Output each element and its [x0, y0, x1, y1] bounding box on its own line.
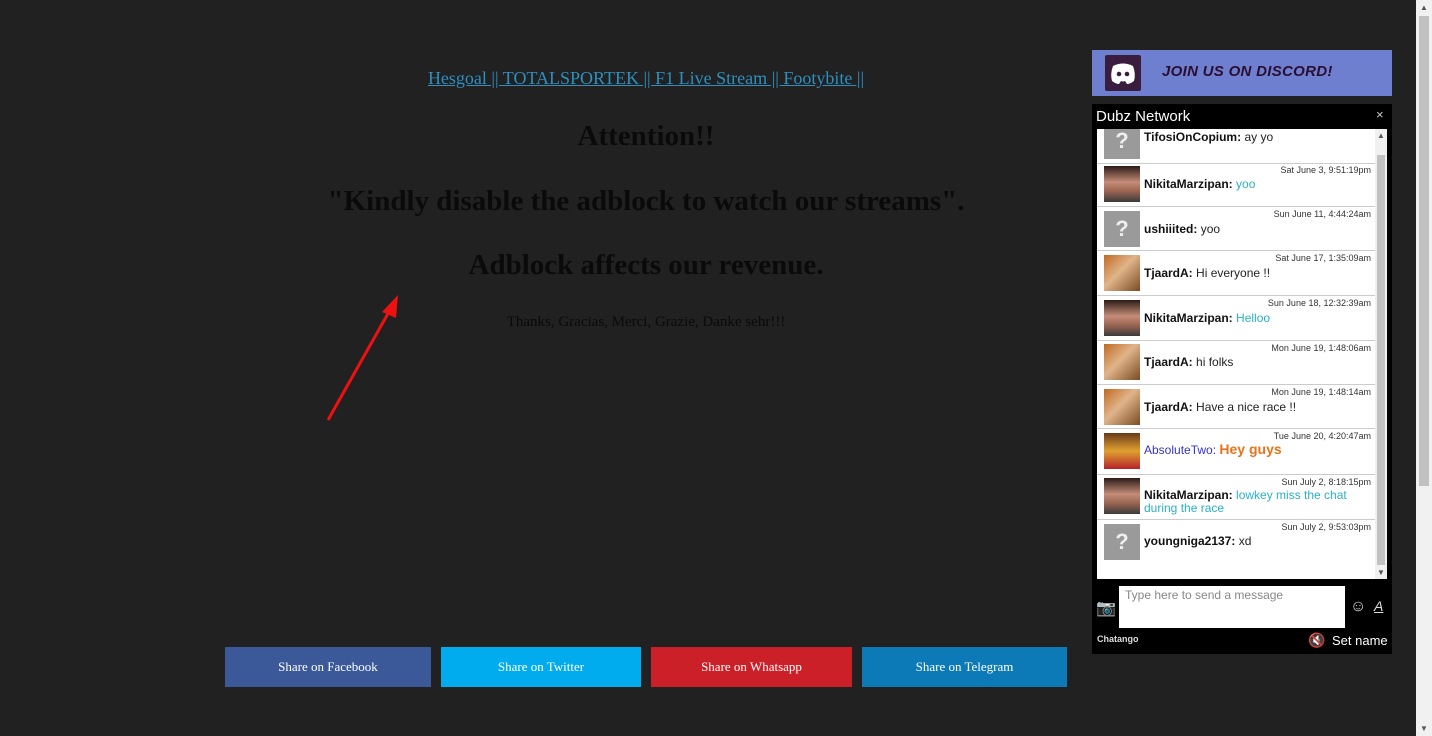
- avatar: [1104, 478, 1140, 514]
- page-scroll-thumb[interactable]: [1419, 16, 1429, 486]
- avatar: [1104, 300, 1140, 336]
- text-format-icon[interactable]: A: [1374, 598, 1383, 614]
- revenue-heading: Adblock affects our revenue.: [468, 249, 824, 281]
- share-facebook-button[interactable]: Share on Facebook: [225, 647, 431, 687]
- chat-widget: Dubz Network × ? TifosiOnCopium: ay yo S…: [1092, 104, 1392, 654]
- chat-message: Mon June 19, 1:48:14am TjaardA: Have a n…: [1097, 385, 1375, 429]
- page-scrollbar[interactable]: ▲ ▼: [1416, 0, 1432, 736]
- chat-timestamp: Tue June 20, 4:20:47am: [1273, 431, 1371, 441]
- chat-timestamp: Sat June 17, 1:35:09am: [1275, 253, 1371, 263]
- chat-message-text: Hey guys: [1219, 441, 1282, 457]
- chat-close-icon[interactable]: ×: [1376, 107, 1384, 122]
- discord-banner[interactable]: JOIN US ON DISCORD!: [1092, 50, 1392, 96]
- chat-message: Mon June 19, 1:48:06am TjaardA: hi folks: [1097, 341, 1375, 385]
- chat-message: ? TifosiOnCopium: ay yo: [1097, 129, 1375, 164]
- chat-username[interactable]: NikitaMarzipan:: [1144, 311, 1233, 325]
- share-whatsapp-button[interactable]: Share on Whatsapp: [651, 647, 852, 687]
- chat-message-text: hi folks: [1196, 355, 1234, 369]
- chat-username[interactable]: NikitaMarzipan:: [1144, 177, 1233, 191]
- chat-message-text: ay yo: [1244, 130, 1274, 144]
- chat-username[interactable]: AbsoluteTwo:: [1144, 443, 1216, 457]
- avatar: [1104, 255, 1140, 291]
- chat-timestamp: Sun July 2, 8:18:15pm: [1281, 477, 1371, 487]
- chat-scroll-thumb[interactable]: [1377, 155, 1385, 565]
- chat-message-text: Helloo: [1236, 311, 1271, 325]
- chat-message-input[interactable]: Type here to send a message: [1119, 586, 1345, 628]
- avatar: ?: [1104, 129, 1140, 159]
- avatar: ?: [1104, 211, 1140, 247]
- chat-username[interactable]: TjaardA:: [1144, 355, 1193, 369]
- chat-message: Sat June 3, 9:51:19pm NikitaMarzipan: yo…: [1097, 163, 1375, 207]
- chat-message: ? Sun June 11, 4:44:24am ushiiited: yoo: [1097, 207, 1375, 251]
- chat-scrollbar[interactable]: ▲ ▼: [1375, 129, 1387, 579]
- chat-timestamp: Sun July 2, 9:53:03pm: [1281, 522, 1371, 532]
- discord-logo-icon: [1105, 55, 1141, 91]
- chat-message-text: Hi everyone !!: [1196, 266, 1271, 280]
- chat-message: ? Sun July 2, 9:53:03pm youngniga2137: x…: [1097, 520, 1375, 578]
- avatar: [1104, 433, 1140, 469]
- avatar: [1104, 344, 1140, 380]
- mute-icon[interactable]: 🔇: [1308, 632, 1325, 649]
- chat-username[interactable]: NikitaMarzipan:: [1144, 488, 1233, 502]
- main-content: Hesgoal || TOTALSPORTEK || F1 Live Strea…: [225, 50, 1067, 736]
- chat-username[interactable]: ushiiited:: [1144, 222, 1197, 236]
- avatar: [1104, 166, 1140, 202]
- chat-username[interactable]: TifosiOnCopium:: [1144, 130, 1241, 144]
- share-twitter-button[interactable]: Share on Twitter: [441, 647, 641, 687]
- chat-message: Sun June 18, 12:32:39am NikitaMarzipan: …: [1097, 296, 1375, 341]
- chat-timestamp: Sun June 18, 12:32:39am: [1267, 298, 1371, 308]
- chat-username[interactable]: TjaardA:: [1144, 400, 1193, 414]
- top-links-link[interactable]: Hesgoal || TOTALSPORTEK || F1 Live Strea…: [428, 68, 864, 88]
- avatar: [1104, 389, 1140, 425]
- chat-timestamp: Sat June 3, 9:51:19pm: [1280, 165, 1371, 175]
- chat-scroll-down-icon[interactable]: ▼: [1377, 568, 1385, 577]
- emoji-icon[interactable]: ☺: [1350, 598, 1366, 616]
- chat-timestamp: Sun June 11, 4:44:24am: [1273, 209, 1371, 219]
- share-telegram-button[interactable]: Share on Telegram: [862, 647, 1067, 687]
- top-links: Hesgoal || TOTALSPORTEK || F1 Live Strea…: [225, 68, 1067, 89]
- discord-banner-text: JOIN US ON DISCORD!: [1162, 63, 1333, 80]
- chat-message: Sun July 2, 8:18:15pm NikitaMarzipan: lo…: [1097, 475, 1375, 520]
- chat-timestamp: Mon June 19, 1:48:06am: [1271, 343, 1371, 353]
- chat-message-list: ? TifosiOnCopium: ay yo Sat June 3, 9:51…: [1097, 129, 1375, 579]
- page-scroll-up-icon[interactable]: ▲: [1420, 3, 1428, 12]
- chat-username[interactable]: youngniga2137:: [1144, 534, 1235, 548]
- chatango-link[interactable]: Chatango: [1097, 634, 1139, 644]
- red-arrow-icon: [326, 295, 398, 421]
- set-name-button[interactable]: Set name: [1332, 633, 1388, 648]
- chat-title: Dubz Network: [1096, 108, 1191, 125]
- chat-message-text: Have a nice race !!: [1196, 400, 1297, 414]
- chat-message-text: yoo: [1200, 222, 1221, 236]
- chat-username[interactable]: TjaardA:: [1144, 266, 1193, 280]
- chat-message: Tue June 20, 4:20:47am AbsoluteTwo: Hey …: [1097, 429, 1375, 475]
- attention-heading: Attention!!: [577, 120, 715, 152]
- chat-message-text: yoo: [1236, 177, 1256, 191]
- chat-message: Sat June 17, 1:35:09am TjaardA: Hi every…: [1097, 251, 1375, 296]
- avatar: ?: [1104, 524, 1140, 560]
- camera-icon[interactable]: 📷: [1096, 598, 1116, 618]
- adblock-request-heading: "Kindly disable the adblock to watch our…: [327, 185, 965, 217]
- page-scroll-down-icon[interactable]: ▼: [1420, 724, 1428, 733]
- chat-scroll-up-icon[interactable]: ▲: [1377, 131, 1385, 140]
- chat-timestamp: Mon June 19, 1:48:14am: [1271, 387, 1371, 397]
- chat-message-text: xd: [1238, 534, 1252, 548]
